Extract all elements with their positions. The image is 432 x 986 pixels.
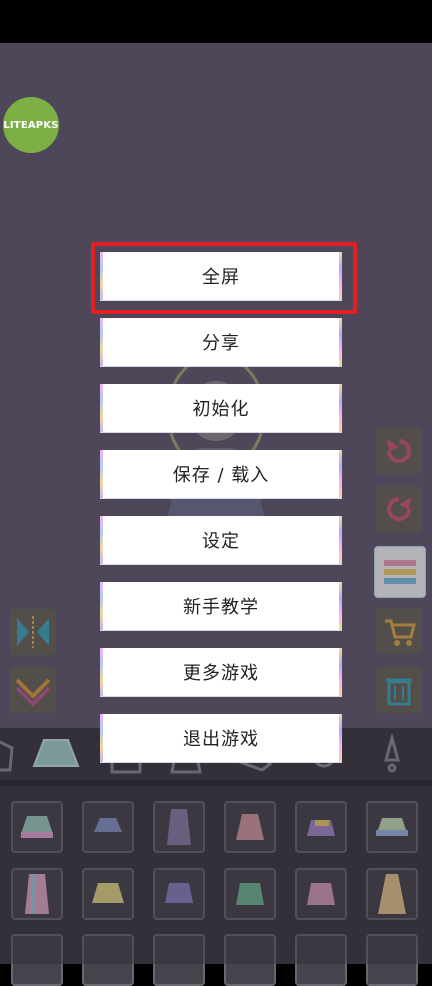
item-tile[interactable]	[366, 868, 418, 920]
item-tile[interactable]	[82, 868, 134, 920]
cart-icon	[385, 619, 416, 646]
cart-button[interactable]	[376, 608, 422, 654]
redo-button[interactable]	[376, 486, 422, 532]
menu-item-reset[interactable]: 初始化	[100, 384, 342, 432]
item-tile[interactable]	[366, 801, 418, 853]
exclamation-icon[interactable]	[372, 734, 412, 774]
skirt-icon[interactable]	[30, 736, 82, 772]
item-tile[interactable]	[153, 868, 205, 920]
item-tile[interactable]	[153, 801, 205, 853]
undo-button[interactable]	[376, 428, 422, 474]
highlight-frame	[91, 242, 357, 314]
menu-item-settings[interactable]: 设定	[100, 516, 342, 564]
redo-icon	[387, 497, 411, 521]
item-tile[interactable]	[11, 868, 63, 920]
item-tile[interactable]	[366, 934, 418, 986]
item-tile[interactable]	[224, 801, 276, 853]
item-tile[interactable]	[153, 934, 205, 986]
layers-down-icon	[15, 678, 51, 707]
menu-item-save-load[interactable]: 保存 / 载入	[100, 450, 342, 498]
item-tile[interactable]	[82, 934, 134, 986]
item-tile[interactable]	[11, 801, 63, 853]
menu-item-more-games[interactable]: 更多游戏	[100, 648, 342, 696]
flip-icon	[17, 616, 49, 648]
item-tile[interactable]	[224, 868, 276, 920]
menu-item-tutorial[interactable]: 新手教学	[100, 582, 342, 630]
item-grid	[0, 786, 432, 986]
flip-button[interactable]	[10, 609, 56, 655]
list-button[interactable]	[374, 546, 426, 598]
status-bar	[0, 0, 432, 43]
menu-item-exit-game[interactable]: 退出游戏	[100, 714, 342, 762]
menu-item-share[interactable]: 分享	[100, 318, 342, 366]
item-tile[interactable]	[295, 868, 347, 920]
item-tile[interactable]	[295, 801, 347, 853]
top-icon[interactable]	[0, 734, 20, 774]
trash-icon	[386, 678, 412, 706]
item-tile[interactable]	[82, 801, 134, 853]
layers-down-button[interactable]	[10, 667, 56, 713]
item-tile[interactable]	[295, 934, 347, 986]
trash-button[interactable]	[376, 667, 422, 713]
liteapks-badge: LITEAPKS	[3, 97, 59, 153]
list-icon	[384, 560, 416, 584]
item-tile[interactable]	[224, 934, 276, 986]
undo-icon	[387, 439, 411, 463]
item-tile[interactable]	[11, 934, 63, 986]
